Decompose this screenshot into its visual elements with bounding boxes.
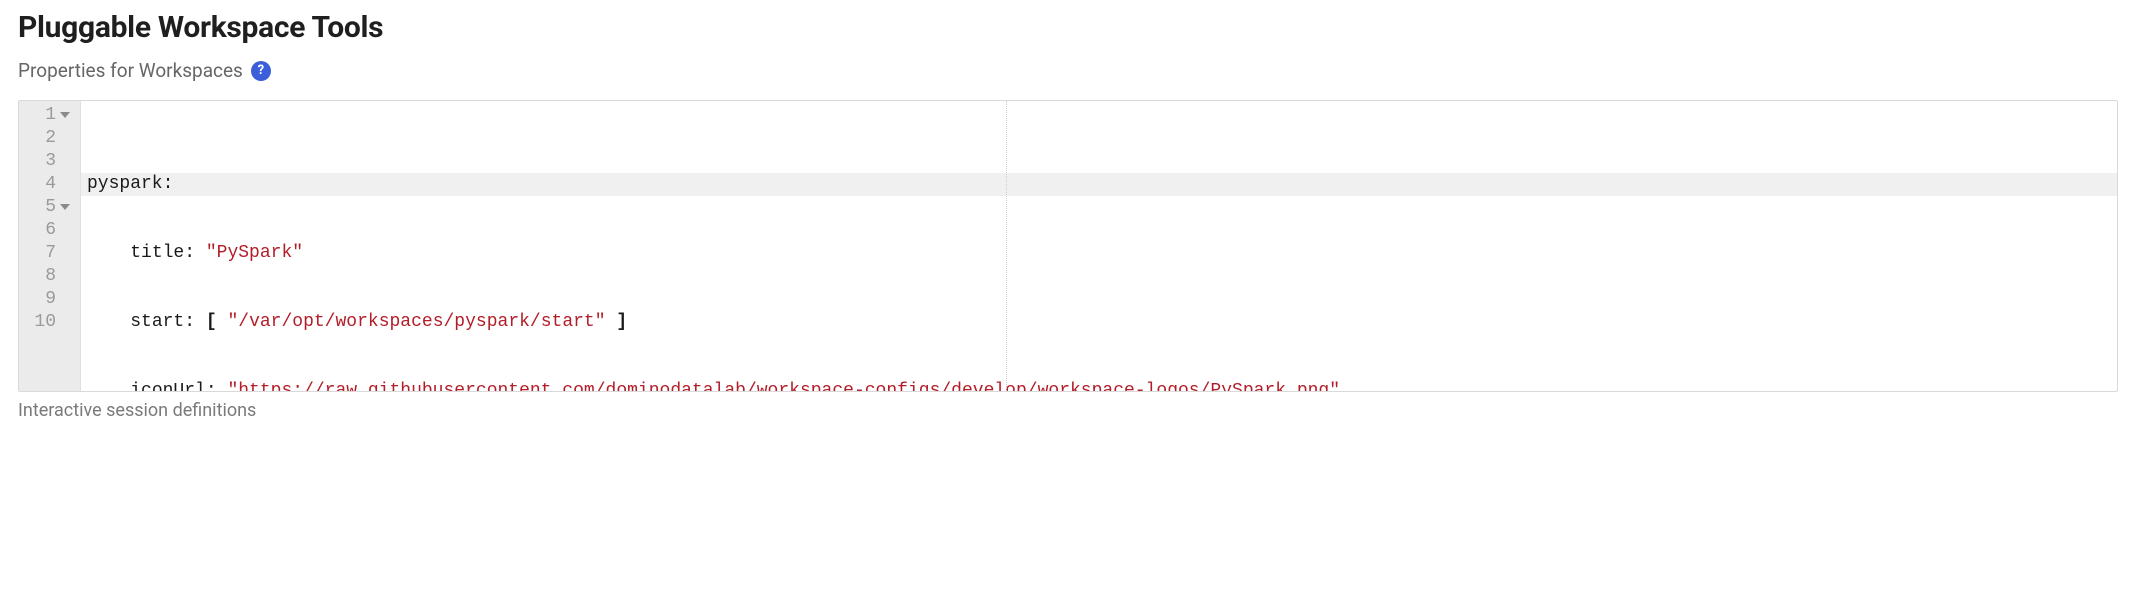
yaml-key: pyspark: [87, 174, 173, 194]
gutter-line: 3 [19, 150, 74, 173]
gutter-line: 10 [19, 311, 74, 334]
subheading-row: Properties for Workspaces ? [18, 59, 2118, 82]
gutter-line: 9 [19, 288, 74, 311]
gutter-line: 7 [19, 242, 74, 265]
gutter-line: 2 [19, 127, 74, 150]
gutter-line: 8 [19, 265, 74, 288]
subheading-label: Properties for Workspaces [18, 59, 243, 82]
yaml-key: start: [130, 312, 195, 332]
yaml-key: title: [130, 243, 195, 263]
yaml-string: "PySpark" [206, 243, 303, 263]
gutter-line: 6 [19, 219, 74, 242]
yaml-editor[interactable]: 1 2 3 4 5 6 7 8 9 10 pyspark: title: "Py… [18, 100, 2118, 392]
code-line[interactable]: start: [ "/var/opt/workspaces/pyspark/st… [87, 311, 2111, 334]
editor-code-area[interactable]: pyspark: title: "PySpark" start: [ "/var… [81, 101, 2117, 391]
page-title: Pluggable Workspace Tools [18, 10, 2118, 45]
gutter-line: 4 [19, 173, 74, 196]
editor-caption: Interactive session definitions [18, 400, 2118, 421]
code-line[interactable]: iconUrl: "https://raw.githubusercontent.… [87, 380, 2111, 391]
code-line[interactable]: pyspark: [81, 173, 2117, 196]
gutter-line[interactable]: 1 [19, 104, 74, 127]
yaml-bracket: [ [206, 312, 217, 332]
gutter-line[interactable]: 5 [19, 196, 74, 219]
yaml-string: "https://raw.githubusercontent.com/domin… [227, 381, 1340, 391]
help-icon[interactable]: ? [251, 61, 271, 81]
yaml-key: iconUrl: [130, 381, 216, 391]
yaml-string: "/var/opt/workspaces/pyspark/start" [227, 312, 605, 332]
editor-gutter: 1 2 3 4 5 6 7 8 9 10 [19, 101, 81, 391]
code-line[interactable]: title: "PySpark" [87, 242, 2111, 265]
yaml-bracket: ] [616, 312, 627, 332]
